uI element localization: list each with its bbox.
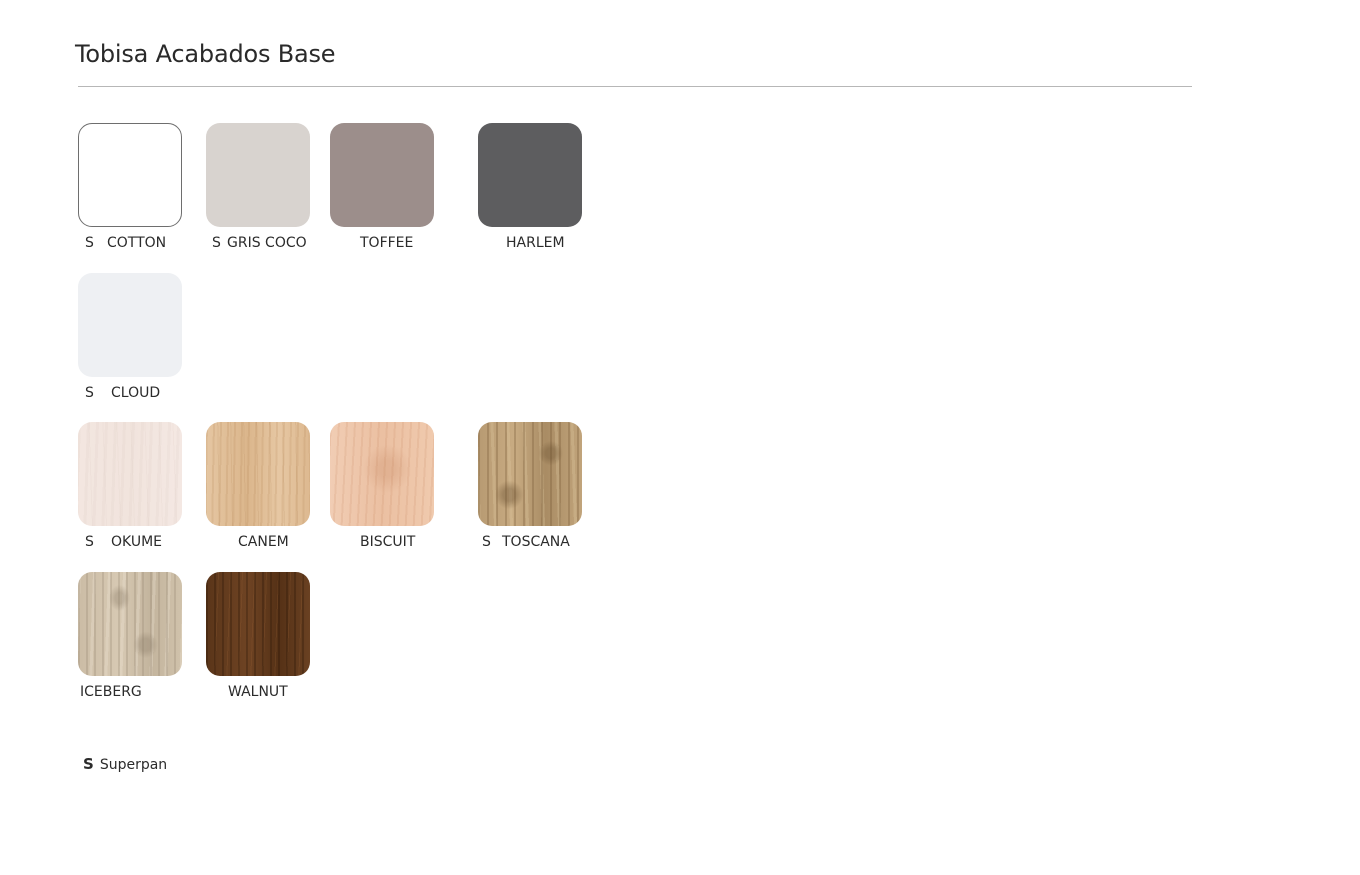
swatch-name: TOFFEE [360,235,414,251]
swatch-name: HARLEM [506,235,565,251]
swatch-tile[interactable] [206,572,310,676]
legend-symbol: S [83,755,94,773]
superpan-marker: S [85,235,94,251]
swatch-label: S TOSCANA [482,534,570,551]
swatch-tile[interactable] [78,273,182,377]
swatch-name: WALNUT [228,684,288,700]
swatch-name: COTTON [107,235,167,251]
superpan-legend: S Superpan [83,755,167,773]
superpan-marker: S [482,534,491,550]
swatch-label: S OKUME [85,534,162,551]
swatch-tile[interactable] [330,123,434,227]
swatch-label: S GRIS COCO [212,235,307,252]
swatch-label: HARLEM [506,235,565,252]
swatch-name: TOSCANA [502,534,570,550]
swatch-name: CANEM [238,534,289,550]
swatch-label: CANEM [238,534,289,551]
swatch-tile[interactable] [206,422,310,526]
swatch-tile[interactable] [478,123,582,227]
swatch-label: BISCUIT [360,534,415,551]
swatch-name: BISCUIT [360,534,416,550]
swatch-name: ICEBERG [80,684,142,700]
swatch-name: CLOUD [111,385,161,401]
swatch-name: OKUME [111,534,162,550]
swatch-tile[interactable] [330,422,434,526]
swatch-label: S CLOUD [85,385,160,402]
swatch-tile[interactable] [78,123,182,227]
swatch-label: WALNUT [228,684,288,701]
swatch-tile[interactable] [478,422,582,526]
superpan-marker: S [85,385,94,401]
swatch-label: TOFFEE [360,235,413,252]
title-divider [78,86,1192,87]
swatch-label: ICEBERG [80,684,142,701]
legend-text: Superpan [99,757,168,773]
swatch-tile[interactable] [78,422,182,526]
swatch-label: S COTTON [85,235,166,252]
swatch-tile[interactable] [78,572,182,676]
superpan-marker: S [85,534,94,550]
swatch-name: GRIS COCO [227,235,307,251]
page-title: Tobisa Acabados Base [75,40,336,68]
swatch-tile[interactable] [206,123,310,227]
superpan-marker: S [212,235,221,251]
